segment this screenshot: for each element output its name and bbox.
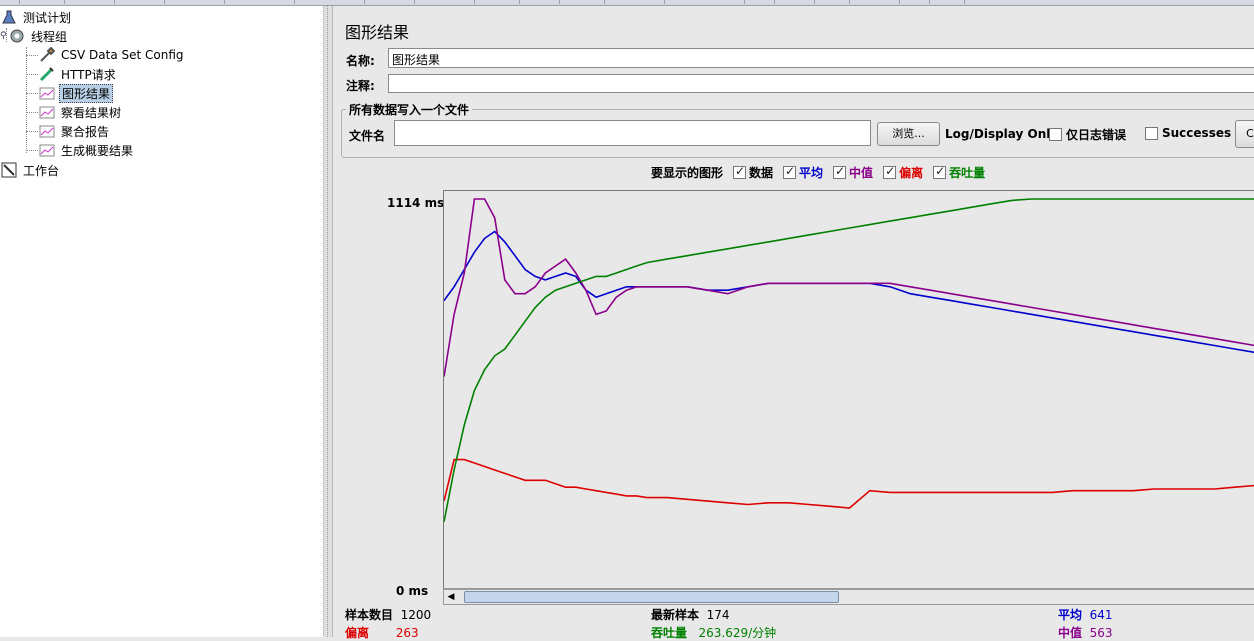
tree-item-label: 聚合报告	[61, 124, 110, 139]
checkbox-box[interactable]	[833, 164, 847, 179]
option-average[interactable]: 平均	[783, 164, 823, 181]
tree-item-workbench[interactable]: 工作台	[0, 161, 61, 179]
option-median-label: 中值	[849, 166, 874, 180]
successes-checkbox[interactable]: Successes	[1145, 126, 1231, 140]
stat-average: 平均 641	[1058, 606, 1113, 623]
tree-item-thread-group[interactable]: ⚲ 线程组	[0, 27, 69, 45]
chart-icon	[38, 104, 56, 120]
tree-item-label: CSV Data Set Config	[61, 48, 184, 62]
scroll-left-arrow-icon[interactable]: ◀	[444, 590, 458, 604]
page-title: 图形结果	[345, 23, 410, 42]
log-display-label: Log/Display Only:	[945, 127, 1063, 141]
tree-item-summary[interactable]: 生成概要结果	[38, 141, 135, 159]
pipette-icon	[38, 66, 56, 82]
tree-expand-icon[interactable]: ⚲	[0, 31, 8, 41]
option-data-label: 数据	[749, 166, 774, 180]
flask-icon	[0, 9, 18, 25]
option-median[interactable]: 中值	[833, 164, 873, 181]
test-plan-tree[interactable]: 测试计划 ⚲ 线程组 CSV Data Set Config HTTP请求 图形…	[0, 6, 323, 637]
option-throughput[interactable]: 吞吐量	[933, 164, 985, 181]
scroll-thumb[interactable]	[464, 591, 839, 603]
stat-sample-count: 样本数目 1200	[345, 606, 431, 623]
stat-value: 563	[1089, 626, 1113, 640]
tree-item-label: HTTP请求	[61, 67, 116, 82]
successes-label: Successes	[1162, 126, 1232, 140]
name-label: 名称:	[346, 54, 375, 68]
stat-value: 263	[395, 626, 419, 640]
checkbox-box[interactable]	[733, 164, 747, 179]
graph-horizontal-scrollbar[interactable]: ◀	[443, 589, 1254, 605]
tree-item-view-results-tree[interactable]: 察看结果树	[38, 103, 123, 121]
name-field[interactable]: 图形结果	[388, 48, 1254, 68]
gear-icon	[8, 28, 26, 44]
checkbox-box[interactable]	[933, 164, 947, 179]
tree-item-label: 测试计划	[23, 10, 72, 25]
chart-icon	[38, 123, 56, 139]
graph-options-row: 要显示的图形 数据 平均 中值 偏离 吞吐量	[651, 164, 985, 181]
stat-label: 平均	[1058, 608, 1083, 622]
tree-item-label: 线程组	[31, 29, 68, 44]
stat-value: 263.629/分钟	[698, 626, 777, 640]
errors-only-checkbox[interactable]: 仅日志错误	[1049, 126, 1126, 143]
tree-item-label: 生成概要结果	[61, 143, 134, 158]
stat-label: 中值	[1058, 626, 1083, 640]
filename-field[interactable]	[394, 120, 871, 146]
option-throughput-label: 吞吐量	[949, 166, 986, 180]
comment-label: 注释:	[346, 79, 375, 93]
browse-button[interactable]: 浏览...	[877, 122, 940, 146]
series-line-平均	[443, 230, 1254, 354]
option-deviation-label: 偏离	[899, 166, 924, 180]
tree-item-aggregate-report[interactable]: 聚合报告	[38, 122, 111, 140]
chart-icon	[38, 85, 56, 101]
stat-throughput: 吞吐量 263.629/分钟	[651, 624, 776, 641]
tree-item-label: 察看结果树	[61, 105, 122, 120]
tree-item-csv-config[interactable]: CSV Data Set Config	[38, 46, 186, 64]
tree-item-label: 图形结果	[59, 83, 114, 103]
stat-label: 样本数目	[345, 608, 394, 622]
tree-item-label: 工作台	[23, 163, 60, 178]
filename-label: 文件名	[349, 129, 386, 143]
option-deviation[interactable]: 偏离	[883, 164, 923, 181]
chart-icon	[38, 142, 56, 158]
y-axis-min-label: 0 ms	[396, 584, 429, 598]
stat-median: 中值 563	[1058, 624, 1113, 641]
graph-canvas	[443, 190, 1254, 589]
checkbox-box[interactable]	[783, 164, 797, 179]
stat-latest-sample: 最新样本 174	[651, 606, 730, 623]
option-average-label: 平均	[799, 166, 824, 180]
stat-deviation: 偏离 263	[345, 624, 419, 641]
graph-results-panel: 图形结果 名称: 图形结果 注释: 所有数据写入一个文件 文件名 浏览... L…	[333, 6, 1254, 640]
wrench-icon	[38, 47, 56, 63]
tree-item-graph-results[interactable]: 图形结果	[38, 83, 114, 103]
option-data[interactable]: 数据	[733, 164, 773, 181]
stat-value: 174	[706, 608, 730, 622]
stat-value: 1200	[400, 608, 432, 622]
graph-options-label: 要显示的图形	[651, 166, 724, 180]
configure-button[interactable]: C	[1235, 120, 1254, 148]
stat-label: 吞吐量	[651, 626, 688, 640]
checkbox-box[interactable]	[1145, 126, 1158, 140]
tree-item-test-plan[interactable]: 测试计划	[0, 8, 73, 26]
y-axis-max-label: 1114 ms	[387, 196, 445, 210]
comment-field[interactable]	[388, 74, 1254, 93]
checkbox-box[interactable]	[883, 164, 897, 179]
split-pane-divider[interactable]	[323, 6, 333, 637]
write-to-file-title: 所有数据写入一个文件	[346, 101, 473, 118]
tree-item-http-request[interactable]: HTTP请求	[38, 65, 118, 83]
workbench-icon	[0, 162, 18, 178]
series-line-偏离	[443, 458, 1254, 509]
stat-label: 最新样本	[651, 608, 700, 622]
checkbox-box[interactable]	[1049, 128, 1062, 141]
stat-label: 偏离	[345, 626, 370, 640]
series-line-吞吐量	[443, 198, 1254, 522]
series-line-中值	[443, 198, 1254, 377]
stat-value: 641	[1089, 608, 1113, 622]
errors-only-label: 仅日志错误	[1066, 128, 1127, 142]
graph-svg	[443, 198, 1254, 522]
